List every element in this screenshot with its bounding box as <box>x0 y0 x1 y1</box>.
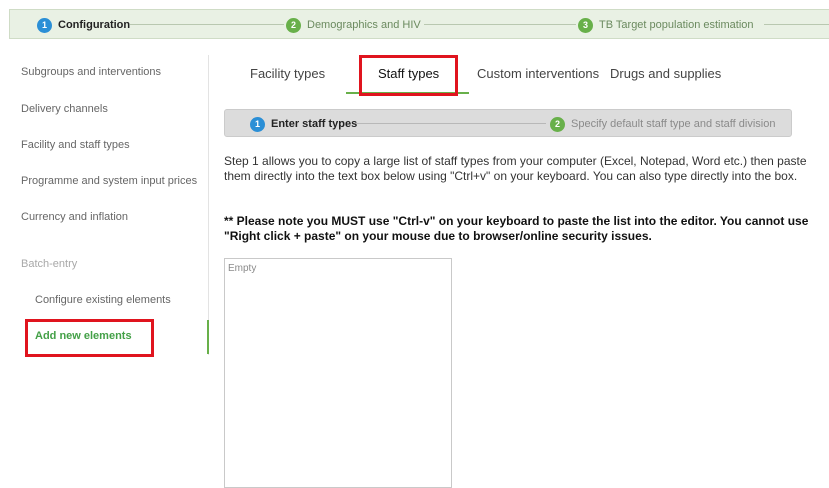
substep-number-badge: 2 <box>550 116 565 132</box>
sidebar-item-facility-staff-types[interactable]: Facility and staff types <box>21 139 130 151</box>
tab-staff-types[interactable]: Staff types <box>378 66 439 81</box>
paste-warning: ** Please note you MUST use "Ctrl-v" on … <box>224 214 809 243</box>
substep-label: Enter staff types <box>271 118 358 130</box>
tab-drugs-supplies[interactable]: Drugs and supplies <box>610 66 721 81</box>
wizard-step-label: TB Target population estimation <box>599 19 754 31</box>
wizard-connector <box>764 24 829 25</box>
sidebar-item-currency-inflation[interactable]: Currency and inflation <box>21 211 128 223</box>
wizard-step-demographics[interactable]: 2 Demographics and HIV <box>286 16 421 34</box>
wizard-step-tb-target[interactable]: 3 TB Target population estimation <box>578 16 754 34</box>
sidebar-divider <box>208 55 209 355</box>
substep-number-badge: 1 <box>250 116 265 132</box>
tab-facility-types[interactable]: Facility types <box>250 66 325 81</box>
substep-connector <box>356 123 546 124</box>
wizard-step-configuration[interactable]: 1 Configuration <box>37 16 130 34</box>
sidebar-active-indicator <box>207 320 209 354</box>
staff-types-editor[interactable]: Empty <box>224 258 452 488</box>
substep-specify-default[interactable]: 2 Specify default staff type and staff d… <box>550 115 775 133</box>
step-number-badge: 2 <box>286 17 301 33</box>
tab-custom-interventions[interactable]: Custom interventions <box>477 66 599 81</box>
sidebar-item-delivery-channels[interactable]: Delivery channels <box>21 103 108 115</box>
sidebar-section-batch-entry: Batch-entry <box>21 258 78 270</box>
step-number-badge: 3 <box>578 17 593 33</box>
step-number-badge: 1 <box>37 17 52 33</box>
wizard-step-label: Demographics and HIV <box>307 19 421 31</box>
active-tab-underline <box>346 92 469 94</box>
substep-enter-staff-types[interactable]: 1 Enter staff types <box>250 115 357 133</box>
sidebar-item-configure-existing[interactable]: Configure existing elements <box>35 294 171 306</box>
substep-label: Specify default staff type and staff div… <box>571 118 776 130</box>
wizard-bar: 1 Configuration 2 Demographics and HIV 3… <box>9 9 829 39</box>
sidebar-item-subgroups[interactable]: Subgroups and interventions <box>21 66 161 78</box>
sidebar-item-input-prices[interactable]: Programme and system input prices <box>21 175 197 187</box>
wizard-step-label: Configuration <box>58 19 131 31</box>
substep-bar: 1 Enter staff types 2 Specify default st… <box>224 109 792 137</box>
sidebar-item-add-new-elements[interactable]: Add new elements <box>35 330 132 342</box>
wizard-connector <box>424 24 576 25</box>
step-description: Step 1 allows you to copy a large list o… <box>224 154 807 183</box>
editor-placeholder: Empty <box>228 263 257 274</box>
wizard-connector <box>130 24 284 25</box>
sidebar: Subgroups and interventions Delivery cha… <box>0 52 208 477</box>
